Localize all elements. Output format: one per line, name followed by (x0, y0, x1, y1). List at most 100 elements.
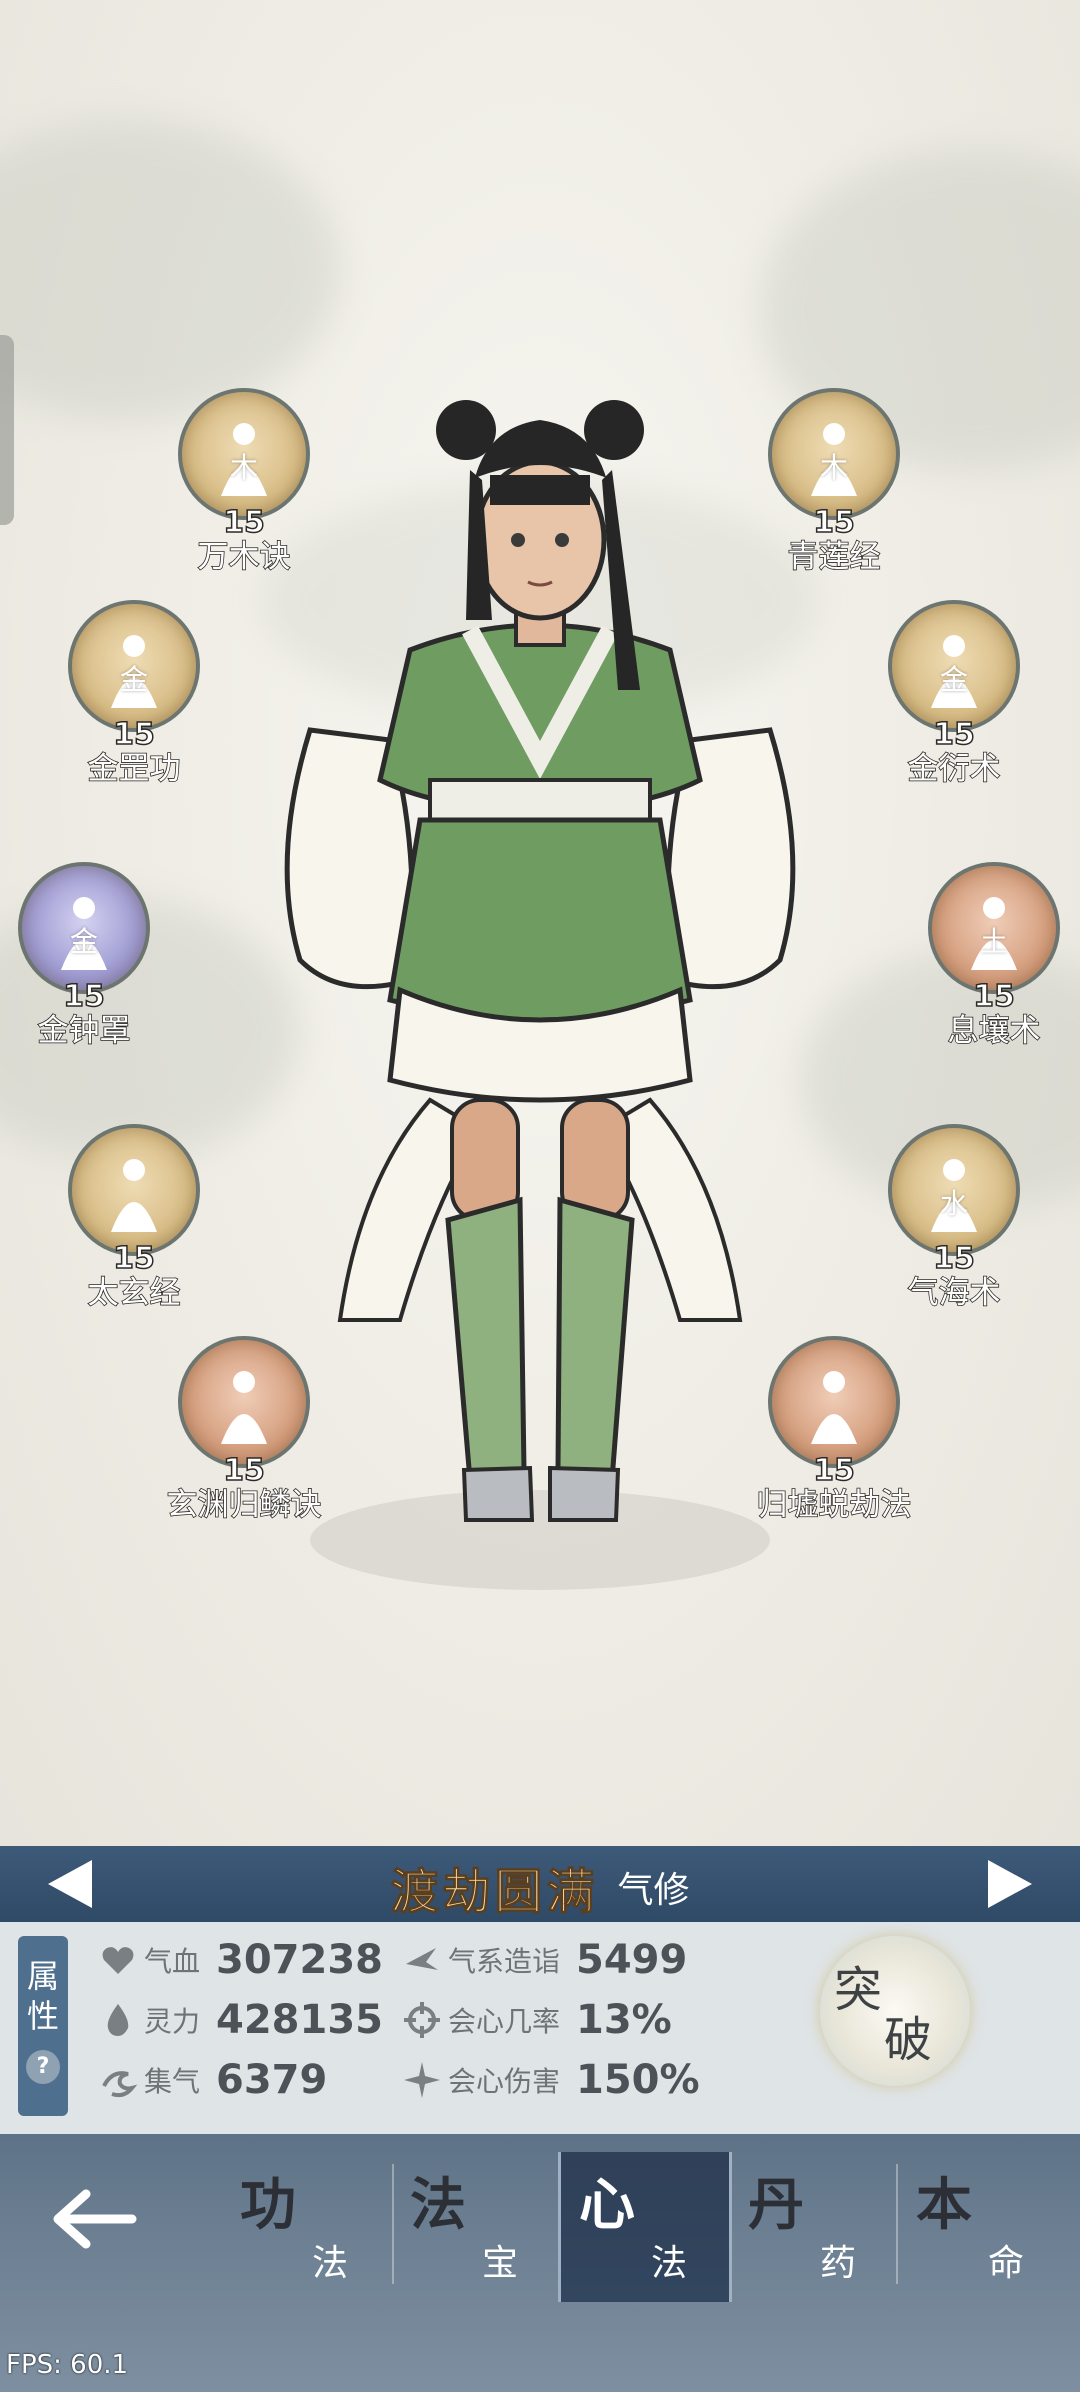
stat-label: 会心几率 (448, 2005, 561, 2038)
skill-orb: 金 (68, 600, 200, 732)
tab-char-sub: 法 (651, 2243, 688, 2284)
stat-jiqi: 集气 6379 (98, 2052, 327, 2108)
stat-value: 307238 (216, 1937, 384, 1983)
skill-orb (68, 1124, 200, 1256)
element-glyph (114, 1184, 154, 1224)
stat-label: 气血 (144, 1945, 201, 1978)
stat-label: 集气 (144, 2065, 201, 2098)
tab-char-main: 心 (579, 2172, 635, 2238)
realm-name: 渡劫圆满 (390, 1864, 599, 1921)
tab-char-sub: 法 (312, 2243, 349, 2284)
tab-benming[interactable]: 本 命 (898, 2152, 1066, 2302)
skill-name: 气海术 (907, 1274, 1002, 1312)
fps-counter: FPS: 60.1 (6, 2350, 129, 2380)
skill-name: 息壤术 (947, 1012, 1042, 1050)
tab-char-main: 功 (240, 2172, 296, 2238)
stat-label: 灵力 (144, 2005, 201, 2038)
attributes-tag-line1: 属 (26, 1957, 59, 1995)
element-glyph: 金 (119, 663, 148, 696)
element-glyph (224, 1396, 264, 1436)
stat-huixin-dmg: 会心伤害 150% (402, 2052, 700, 2108)
skill-level: 15 (812, 505, 855, 541)
tab-char-main: 本 (916, 2172, 972, 2238)
skill-slot-7[interactable]: 15 太玄经 (44, 1124, 224, 1312)
skill-name: 归墟蜕劫法 (756, 1486, 913, 1524)
character-stage: 木 15 万木诀 木 15 青莲经 金 15 金罡功 金 15 金衍术 金 15… (0, 0, 1080, 1846)
skill-slot-9[interactable]: 15 玄渊归鳞诀 (154, 1336, 334, 1524)
skill-orb: 金 (888, 600, 1020, 732)
element-glyph: 木 (229, 451, 258, 484)
skill-slot-3[interactable]: 金 15 金罡功 (44, 600, 224, 788)
stat-label: 会心伤害 (448, 2065, 561, 2098)
skill-orb: 木 (178, 388, 310, 520)
skill-slot-1[interactable]: 木 15 万木诀 (154, 388, 334, 576)
droplet-icon (107, 2004, 129, 2036)
breakthrough-char-2: 破 (884, 2012, 933, 2068)
next-arrow-icon[interactable] (988, 1860, 1032, 1908)
stat-value: 5499 (576, 1937, 688, 1983)
skill-slot-6[interactable]: 土 15 息壤术 (904, 862, 1080, 1050)
stat-label: 气系造诣 (448, 1945, 561, 1978)
skill-name: 青莲经 (787, 538, 882, 576)
back-arrow-icon[interactable] (48, 2184, 138, 2254)
tab-xinfa[interactable]: 心 法 (558, 2152, 732, 2302)
skill-slot-5[interactable]: 金 15 金钟罩 (0, 862, 174, 1050)
skill-orb: 水 (888, 1124, 1020, 1256)
realm-title: 渡劫圆满 气修 (0, 1852, 1080, 1922)
stat-lingli: 灵力 428135 (98, 1992, 383, 2048)
tab-fabao[interactable]: 法 宝 (392, 2152, 560, 2302)
skill-slot-10[interactable]: 15 归墟蜕劫法 (744, 1336, 924, 1524)
breakthrough-char-1: 突 (834, 1962, 883, 2018)
skill-orb (178, 1336, 310, 1468)
element-glyph: 土 (979, 925, 1008, 958)
stat-qixi: 气系造诣 5499 (402, 1932, 687, 1988)
stat-qixue: 气血 307238 (98, 1932, 383, 1988)
skill-level: 15 (812, 1453, 855, 1489)
skill-name: 玄渊归鳞诀 (166, 1486, 323, 1524)
skill-level: 15 (112, 1241, 155, 1277)
skill-orb: 土 (928, 862, 1060, 994)
skill-orb: 金 (18, 862, 150, 994)
cultivation-type: 气修 (617, 1870, 690, 1911)
skill-slot-4[interactable]: 金 15 金衍术 (864, 600, 1044, 788)
tab-gongfa[interactable]: 功 法 (222, 2152, 390, 2302)
skill-orb: 木 (768, 388, 900, 520)
skill-level: 15 (222, 505, 265, 541)
skill-level: 15 (972, 979, 1015, 1015)
skill-level: 15 (62, 979, 105, 1015)
tab-char-main: 法 (410, 2172, 466, 2238)
burst-icon (404, 2062, 440, 2098)
skill-name: 金钟罩 (37, 1012, 132, 1050)
skill-level: 15 (222, 1453, 265, 1489)
help-icon[interactable]: ? (26, 2050, 60, 2084)
skill-name: 金罡功 (87, 750, 182, 788)
stat-huixin-rate: 会心几率 13% (402, 1992, 672, 2048)
attributes-tag-line2: 性 (26, 1997, 59, 2035)
element-glyph: 水 (939, 1187, 968, 1220)
attributes-tag: 属 性 ? (18, 1936, 68, 2116)
heart-icon (102, 1947, 134, 1974)
element-glyph: 木 (819, 451, 848, 484)
element-glyph (814, 1396, 854, 1436)
skill-level: 15 (112, 717, 155, 753)
element-glyph: 金 (69, 925, 98, 958)
skill-name: 太玄经 (87, 1274, 182, 1312)
skill-slot-8[interactable]: 水 15 气海术 (864, 1124, 1044, 1312)
stat-value: 6379 (216, 2057, 328, 2103)
element-glyph: 金 (939, 663, 968, 696)
tab-char-main: 丹 (748, 2172, 804, 2238)
bottom-nav: 功 法 法 宝 心 法 丹 药 本 命 (0, 2134, 1080, 2392)
tab-char-sub: 命 (988, 2243, 1025, 2284)
skill-name: 金衍术 (907, 750, 1002, 788)
breakthrough-button[interactable]: 突 破 (820, 1936, 970, 2086)
stat-value: 13% (576, 1997, 672, 2043)
tab-danyao[interactable]: 丹 药 (730, 2152, 898, 2302)
skill-level: 15 (932, 717, 975, 753)
tab-char-sub: 药 (820, 2243, 857, 2284)
skill-slot-2[interactable]: 木 15 青莲经 (744, 388, 924, 576)
skill-level: 15 (932, 1241, 975, 1277)
side-drawer-handle[interactable] (0, 335, 14, 525)
skill-orb (768, 1336, 900, 1468)
wind-icon (406, 1948, 438, 1970)
skill-name: 万木诀 (197, 538, 292, 576)
